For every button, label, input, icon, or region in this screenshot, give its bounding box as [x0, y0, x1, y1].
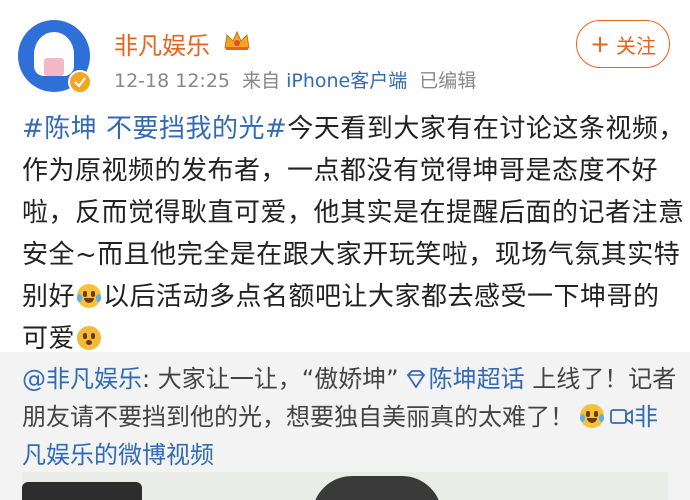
avatar[interactable]: [18, 20, 92, 94]
repost-text-b: 上线了！记者: [524, 365, 677, 393]
plus-icon: +: [589, 30, 611, 58]
video-thumbnail[interactable]: [22, 472, 668, 500]
edited-label[interactable]: 已编辑: [419, 70, 476, 92]
nori-shape: [44, 58, 64, 76]
repost-text-a: : 大家让一让，“傲娇坤”: [142, 365, 399, 393]
post-text: 别好: [22, 282, 76, 312]
video-icon: [610, 409, 633, 425]
checkmark-icon: [74, 77, 86, 88]
follow-label: 关注: [616, 33, 657, 58]
post-text: 可爱: [22, 324, 76, 354]
post-line-2: 作为原视频的发布者，一点都没有觉得坤哥是态度不好: [22, 156, 659, 186]
repost-line-2: 朋友请不要挡到他的光，想要独自美丽真的太难了！ 非: [22, 398, 672, 436]
thumbnail-figure: [312, 476, 442, 500]
post-body: #陈坤 不要挡我的光#今天看到大家有在讨论这条视频， 作为原视频的发布者，一点都…: [22, 108, 685, 360]
cute-emoji-icon: [77, 326, 102, 350]
repost-card[interactable]: @非凡娱乐: 大家让一让，“傲娇坤” 陈坤超话 上线了！记者 朋友请不要挡到他的光…: [0, 352, 690, 500]
follow-button[interactable]: + 关注: [576, 20, 670, 68]
diamond-icon: [406, 370, 425, 389]
laugh-cry-emoji-icon: [77, 284, 102, 308]
username[interactable]: 非凡娱乐: [114, 26, 210, 61]
thumbnail-shape: [22, 482, 142, 500]
source-link[interactable]: iPhone客户端: [286, 70, 407, 92]
crown-icon[interactable]: [222, 28, 252, 52]
laugh-cry-emoji-icon: [580, 404, 604, 428]
post-text: 以后活动多点名额吧让大家都去感受一下坤哥的: [103, 282, 660, 312]
post-header: 非凡娱乐 12-18 12:25 来自 iPhone客户端 已编辑 + 关注: [0, 0, 690, 100]
post-line-1: #陈坤 不要挡我的光#今天看到大家有在讨论这条视频，: [22, 108, 684, 150]
post-line-3: 啦，反而觉得耿直可爱，他其实是在提醒后面的记者注意: [22, 198, 685, 228]
timestamp: 12-18 12:25: [114, 70, 231, 92]
author-mention-link[interactable]: @非凡娱乐: [22, 365, 142, 393]
repost-line-1: @非凡娱乐: 大家让一让，“傲娇坤” 陈坤超话 上线了！记者: [22, 360, 676, 398]
repost-line-3: 凡娱乐的微博视频: [22, 436, 672, 474]
post-meta: 12-18 12:25 来自 iPhone客户端 已编辑: [114, 66, 482, 93]
repost-text-c: 朋友请不要挡到他的光，想要独自美丽真的太难了！: [22, 403, 574, 431]
source-prefix: 来自: [242, 70, 281, 92]
hashtag-link[interactable]: #陈坤 不要挡我的光#: [22, 114, 287, 144]
post-text: 今天看到大家有在讨论这条视频，: [287, 114, 685, 144]
repost-text: @非凡娱乐: 大家让一让，“傲娇坤” 陈坤超话 上线了！记者 朋友请不要挡到他的光…: [22, 360, 676, 474]
post-line-5: 别好 以后活动多点名额吧让大家都去感受一下坤哥的: [22, 276, 672, 318]
video-link[interactable]: 非: [634, 403, 658, 431]
video-link-cont[interactable]: 凡娱乐的微博视频: [22, 441, 214, 469]
post-line-4: 安全~而且他完全是在跟大家开玩笑啦，现场气氛其实特: [22, 240, 681, 270]
super-topic-link[interactable]: 陈坤超话: [429, 365, 525, 393]
verified-badge-icon: [68, 70, 92, 94]
